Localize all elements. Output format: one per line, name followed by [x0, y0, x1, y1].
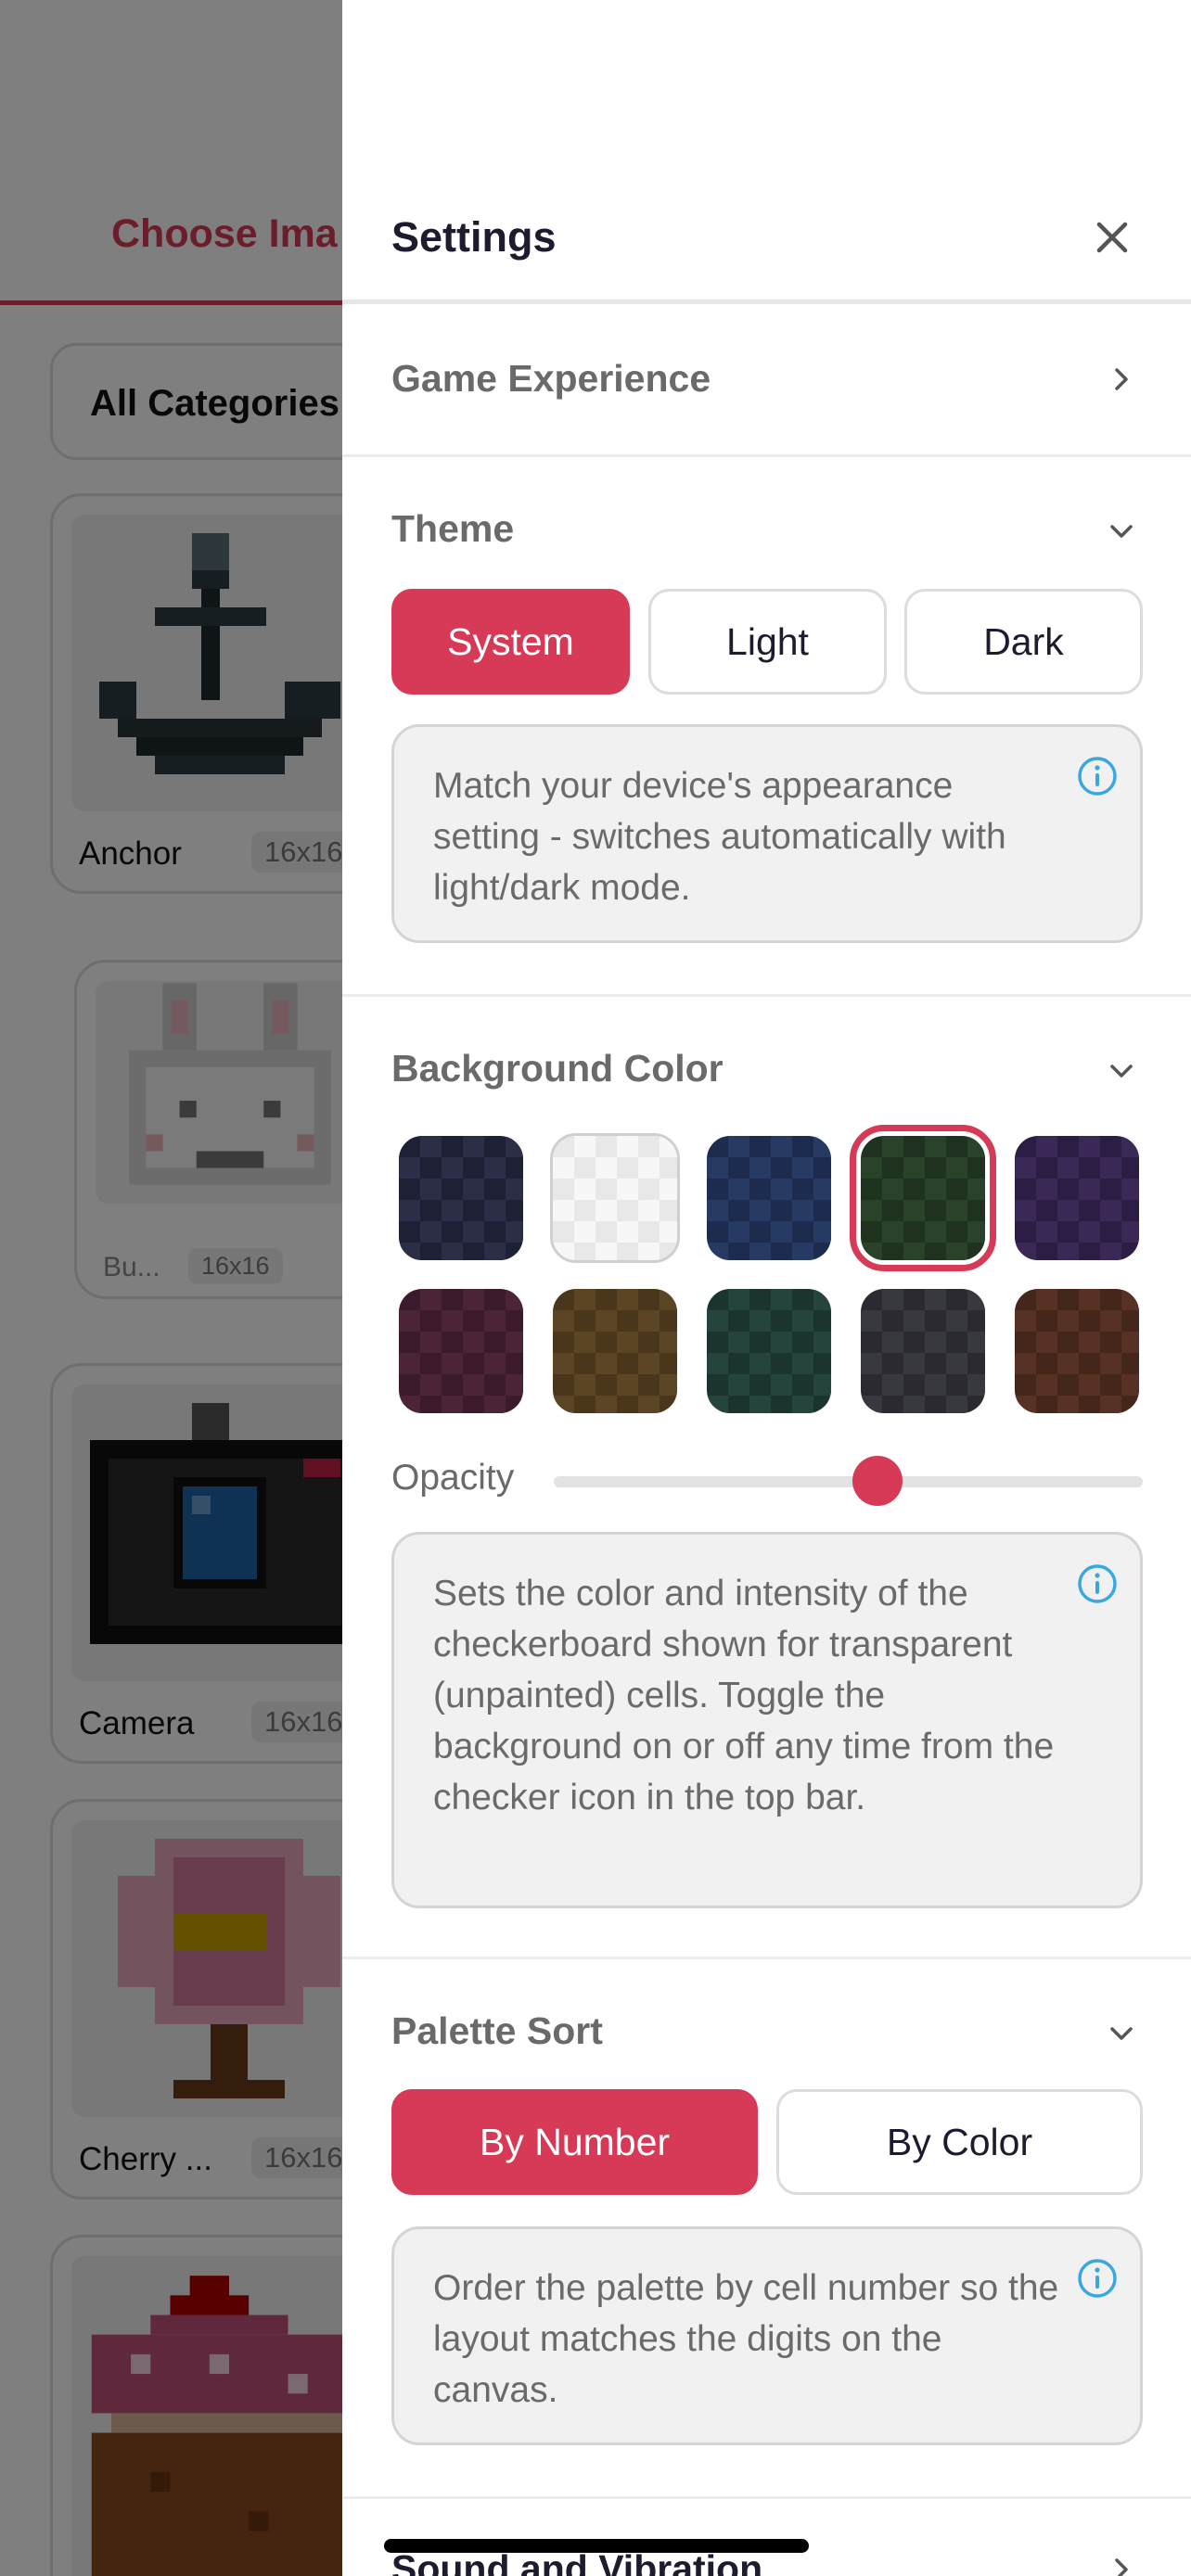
home-indicator — [384, 2539, 809, 2553]
checker-pattern — [861, 1289, 985, 1413]
chevron-down-icon[interactable] — [1103, 2015, 1140, 2052]
checker-pattern — [707, 1289, 831, 1413]
background-color-title: Background Color — [391, 1047, 724, 1090]
opacity-slider-track[interactable] — [554, 1476, 1143, 1487]
background-swatch[interactable] — [550, 1286, 680, 1416]
background-color-info-text: Sets the color and intensity of the chec… — [433, 1574, 1055, 1817]
checker-pattern — [861, 1136, 985, 1260]
palette-sort-info-text: Order the palette by cell number so the … — [433, 2268, 1059, 2410]
checker-pattern — [707, 1136, 831, 1260]
background-swatch[interactable] — [858, 1286, 988, 1416]
background-swatch[interactable] — [396, 1133, 526, 1263]
close-button[interactable] — [1084, 210, 1140, 265]
background-swatch[interactable] — [1012, 1286, 1142, 1416]
settings-header: Settings — [342, 167, 1191, 304]
background-swatch[interactable] — [704, 1133, 834, 1263]
checker-pattern — [1015, 1289, 1139, 1413]
settings-drawer: Settings Game Experience Theme System Li… — [342, 0, 1191, 2576]
close-icon — [1096, 222, 1128, 253]
background-swatch[interactable] — [850, 1125, 996, 1271]
chevron-down-icon[interactable] — [1103, 513, 1140, 550]
info-icon[interactable] — [1076, 755, 1119, 797]
section-game-experience[interactable]: Game Experience — [342, 309, 1191, 457]
palette-sort-info-box: Order the palette by cell number so the … — [391, 2226, 1143, 2445]
chevron-down-icon[interactable] — [1103, 1052, 1140, 1090]
game-experience-title: Game Experience — [391, 357, 711, 400]
background-swatch[interactable] — [704, 1286, 834, 1416]
info-icon[interactable] — [1076, 2257, 1119, 2300]
checker-pattern — [399, 1289, 523, 1413]
chevron-right-icon — [1103, 2551, 1140, 2576]
palette-sort-by-color[interactable]: By Color — [776, 2089, 1143, 2195]
chevron-right-icon — [1103, 361, 1140, 398]
theme-option-system[interactable]: System — [391, 589, 630, 695]
opacity-slider-thumb[interactable] — [852, 1456, 903, 1506]
palette-sort-title: Palette Sort — [391, 2009, 603, 2052]
theme-option-dark[interactable]: Dark — [904, 589, 1143, 695]
background-swatch[interactable] — [396, 1286, 526, 1416]
palette-sort-by-number[interactable]: By Number — [391, 2089, 758, 2195]
divider — [342, 454, 1191, 457]
checker-pattern — [553, 1289, 677, 1413]
section-theme: Theme System Light Dark Match your devic… — [342, 459, 1191, 997]
settings-title: Settings — [391, 213, 557, 261]
checker-pattern — [399, 1136, 523, 1260]
theme-option-light[interactable]: Light — [648, 589, 887, 695]
info-icon[interactable] — [1076, 1562, 1119, 1605]
background-color-info-box: Sets the color and intensity of the chec… — [391, 1532, 1143, 1908]
background-swatch[interactable] — [550, 1133, 680, 1263]
section-palette-sort: Palette Sort By Number By Color Order th… — [342, 1959, 1191, 2497]
theme-title: Theme — [391, 507, 515, 550]
checker-pattern — [553, 1136, 677, 1260]
opacity-label: Opacity — [391, 1458, 515, 1498]
theme-info-box: Match your device's appearance setting -… — [391, 724, 1143, 943]
background-swatch[interactable] — [1012, 1133, 1142, 1263]
theme-info-text: Match your device's appearance setting -… — [433, 766, 1006, 908]
checker-pattern — [1015, 1136, 1139, 1260]
section-sound-and-vibration[interactable]: Sound and Vibration — [342, 2499, 1191, 2576]
